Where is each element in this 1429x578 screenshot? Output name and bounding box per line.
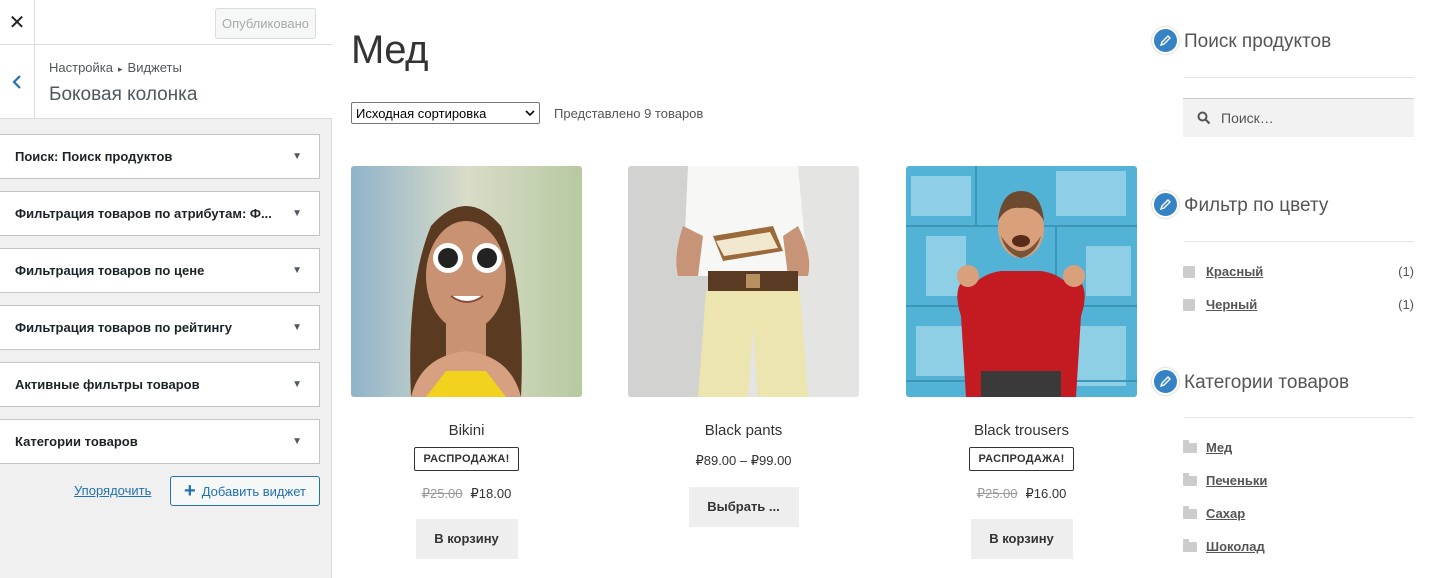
product-image[interactable] [351,166,582,397]
widget-label: Активные фильтры товаров [15,377,200,392]
widget-item[interactable]: Поиск: Поиск продуктов ▼ [0,134,320,179]
customizer-panel: ✕ Опубликовано Настройка ▸ Виджеты Боковая… [0,0,332,578]
widget-item[interactable]: Фильтрация товаров по цене ▼ [0,248,320,293]
checkbox-square-icon[interactable] [1183,265,1195,278]
category-item: Печеньки [1183,472,1267,488]
breadcrumb: Настройка ▸ Виджеты [49,60,182,75]
publish-button[interactable]: Опубликовано [215,8,316,39]
product-name[interactable]: Bikini [351,422,582,439]
product-price: ₽25.00 ₽16.00 [906,486,1137,502]
reorder-link[interactable]: Упорядочить [74,483,151,498]
widget-item[interactable]: Категории товаров ▼ [0,419,320,464]
edit-widget-pencil-icon[interactable] [1152,27,1179,54]
breadcrumb-separator-icon: ▸ [118,64,123,74]
checkbox-square-icon[interactable] [1183,298,1195,311]
folder-icon [1183,439,1197,453]
sale-price: ₽16.00 [1025,486,1067,501]
sale-badge: РАСПРОДАЖА! [969,447,1074,471]
widget-label: Поиск: Поиск продуктов [15,149,173,164]
widget-actions: Упорядочить + Добавить виджет [0,476,320,506]
widget-list: Поиск: Поиск продуктов ▼ Фильтрация товар… [0,134,320,476]
categories-widget-title: Категории товаров [1184,372,1350,393]
widget-label: Фильтрация товаров по рейтингу [15,320,233,335]
caret-down-icon: ▼ [292,265,302,276]
plus-icon: + [184,480,196,502]
product-price-range: ₽89.00 – ₽99.00 [695,453,792,468]
caret-down-icon: ▼ [292,436,302,447]
category-link[interactable]: Мед [1206,440,1232,455]
category-item: Шоколад [1183,538,1265,554]
search-icon [1197,111,1211,125]
category-item: Сахар [1183,505,1245,521]
search-placeholder: Поиск… [1221,110,1274,126]
category-item: Мед [1183,439,1232,455]
back-chevron-icon[interactable] [0,45,35,118]
divider [1184,241,1414,242]
breadcrumb-root: Настройка [49,60,113,75]
old-price: ₽25.00 [976,486,1018,501]
add-to-cart-button[interactable]: В корзину [970,519,1073,559]
product-name[interactable]: Black trousers [906,422,1137,439]
product-card: Black pants ₽89.00 – ₽99.00 Выбрать ... [628,166,859,527]
close-icon[interactable]: ✕ [0,0,35,45]
section-header: Настройка ▸ Виджеты Боковая колонка [0,45,332,119]
divider [1184,77,1414,78]
search-widget-title: Поиск продуктов [1184,31,1332,52]
widget-item[interactable]: Фильтрация товаров по атрибутам: Ф... ▼ [0,191,320,236]
category-link[interactable]: Шоколад [1206,539,1265,554]
color-filter-count: (1) [1398,264,1414,279]
product-image[interactable] [906,166,1137,397]
caret-down-icon: ▼ [292,208,302,219]
sale-price: ₽18.00 [470,486,512,501]
caret-down-icon: ▼ [292,322,302,333]
chevron-down-icon [525,109,535,116]
widget-label: Фильтрация товаров по цене [15,263,205,278]
widget-label: Фильтрация товаров по атрибутам: Ф... [15,206,272,221]
add-to-cart-button[interactable]: В корзину [415,519,518,559]
product-price: ₽25.00 ₽18.00 [351,486,582,502]
select-options-button[interactable]: Выбрать ... [688,487,799,527]
widget-item[interactable]: Активные фильтры товаров ▼ [0,362,320,407]
color-filter-link[interactable]: Черный [1206,297,1398,312]
category-link[interactable]: Печеньки [1206,473,1267,488]
category-link[interactable]: Сахар [1206,506,1245,521]
widget-item[interactable]: Фильтрация товаров по рейтингу ▼ [0,305,320,350]
color-filter-item: Красный (1) [1183,264,1414,279]
product-image[interactable] [628,166,859,397]
product-card: Black trousers РАСПРОДАЖА! ₽25.00 ₽16.00 … [906,166,1137,559]
widget-label: Категории товаров [15,434,138,449]
product-card: Bikini РАСПРОДАЖА! ₽25.00 ₽18.00 В корзин… [351,166,582,559]
color-filter-item: Черный (1) [1183,297,1414,312]
section-title: Боковая колонка [49,84,198,105]
sale-badge: РАСПРОДАЖА! [414,447,519,471]
product-name[interactable]: Black pants [628,422,859,439]
folder-icon [1183,472,1197,486]
folder-icon [1183,538,1197,552]
divider [1184,417,1414,418]
product-search-input[interactable]: Поиск… [1183,98,1414,137]
sort-selected-value: Исходная сортировка [356,105,487,121]
customizer-header: ✕ Опубликовано [0,0,332,45]
old-price: ₽25.00 [421,486,463,501]
color-filter-count: (1) [1398,297,1414,312]
caret-down-icon: ▼ [292,379,302,390]
folder-icon [1183,505,1197,519]
color-filter-link[interactable]: Красный [1206,264,1398,279]
caret-down-icon: ▼ [292,151,302,162]
result-count: Представлено 9 товаров [554,106,704,121]
edit-widget-pencil-icon[interactable] [1152,368,1179,395]
sort-select[interactable]: Исходная сортировка [351,102,540,124]
add-widget-label: Добавить виджет [201,483,306,499]
color-filter-title: Фильтр по цвету [1184,195,1329,216]
breadcrumb-current: Виджеты [127,60,182,75]
page-title: Мед [351,28,428,72]
add-widget-button[interactable]: + Добавить виджет [170,476,320,506]
edit-widget-pencil-icon[interactable] [1152,191,1179,218]
